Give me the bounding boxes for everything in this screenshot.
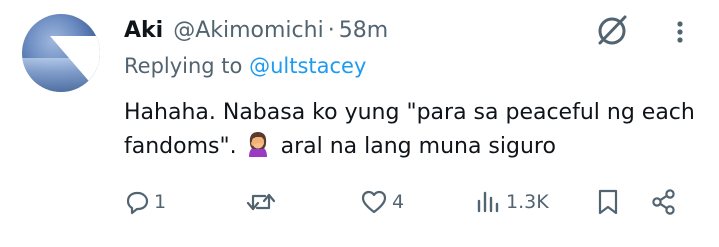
reply-button[interactable]: 1 bbox=[124, 184, 166, 220]
like-count: 4 bbox=[392, 191, 405, 213]
views-chart-icon bbox=[474, 189, 502, 215]
tweet-text: Hahaha. Nabasa ko yung "para sa peaceful… bbox=[124, 96, 704, 164]
woman-facepalming-emoji-icon bbox=[246, 131, 270, 157]
tweet-header: Aki @Akimomichi · 58m bbox=[124, 10, 388, 50]
repost-icon bbox=[246, 189, 276, 215]
like-button[interactable]: 4 bbox=[360, 184, 404, 220]
share-icon bbox=[650, 188, 678, 216]
grok-icon[interactable] bbox=[592, 12, 632, 48]
author-handle[interactable]: @Akimomichi bbox=[173, 18, 324, 43]
timestamp[interactable]: 58m bbox=[339, 18, 388, 43]
bookmark-button[interactable] bbox=[596, 184, 620, 220]
reply-icon bbox=[124, 189, 150, 215]
avatar-airplane-wing bbox=[50, 36, 100, 92]
separator-dot: · bbox=[327, 17, 335, 43]
bookmark-icon bbox=[596, 188, 620, 216]
replying-to-prefix: Replying to bbox=[124, 54, 243, 78]
views-button[interactable]: 1.3K bbox=[474, 184, 549, 220]
repost-button[interactable] bbox=[246, 184, 280, 220]
reply-count: 1 bbox=[154, 191, 167, 213]
avatar[interactable] bbox=[22, 14, 100, 92]
replying-to-mention[interactable]: @ultstacey bbox=[249, 54, 366, 78]
action-bar: 1 4 1.3K bbox=[120, 184, 690, 220]
author-name[interactable]: Aki bbox=[124, 18, 163, 43]
views-count: 1.3K bbox=[506, 191, 549, 213]
replying-to-line: Replying to @ultstacey bbox=[124, 54, 366, 78]
heart-icon bbox=[360, 189, 388, 215]
more-options-icon[interactable] bbox=[672, 20, 688, 44]
share-button[interactable] bbox=[650, 184, 678, 220]
tweet-text-part2: aral na lang muna siguro bbox=[280, 134, 556, 159]
